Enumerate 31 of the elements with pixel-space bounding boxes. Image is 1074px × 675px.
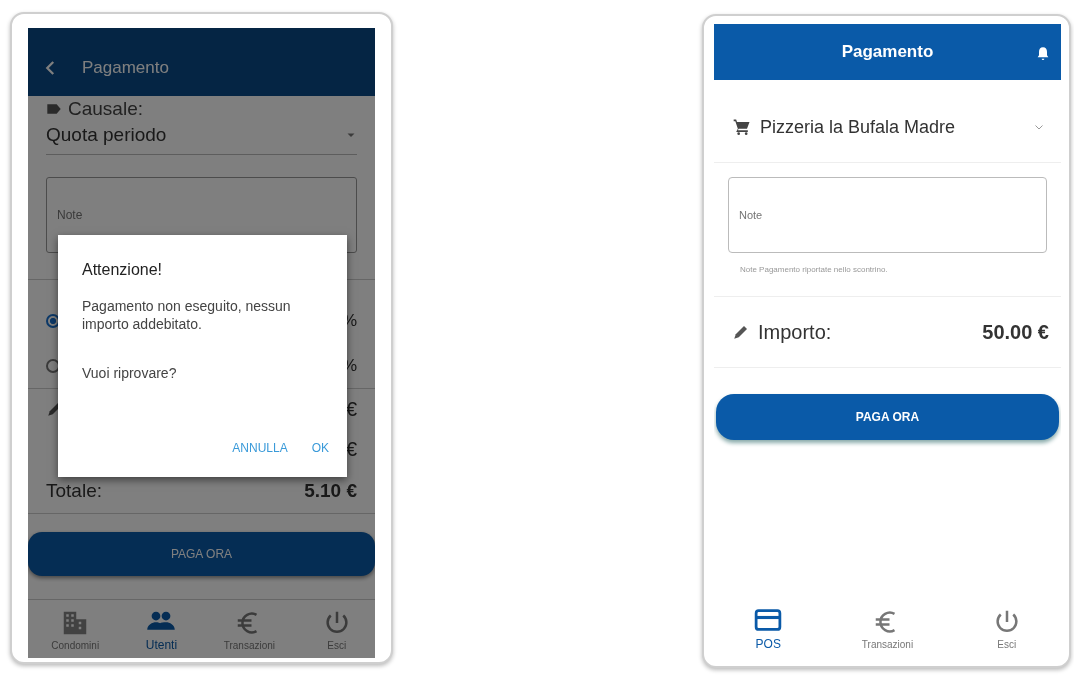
nav-tab[interactable]: Condomini (47, 600, 104, 658)
header-title: Pagamento (841, 42, 934, 62)
merchant-dropdown[interactable]: Pizzeria la Bufala Madre (714, 92, 1061, 163)
dialog-button[interactable]: ANNULLA (224, 437, 296, 459)
pay-button[interactable]: PAGA ORA (716, 394, 1059, 440)
dialog-message: Pagamento non eseguito, nessun importo addebitato. (82, 297, 292, 333)
nav-tab[interactable]: Utenti (141, 600, 182, 658)
header-title: Pagamento (82, 58, 169, 78)
note-field[interactable]: Note (728, 177, 1047, 253)
pencil-icon (732, 323, 750, 341)
tag-icon (46, 101, 62, 117)
cart-icon (732, 117, 752, 137)
dialog-title: Attenzione! (82, 261, 164, 279)
amount-value: € (345, 397, 357, 421)
amount-label: Importo: (758, 320, 832, 344)
total-value: 5.10 € (304, 480, 357, 502)
dropdown[interactable]: Quota periodo (46, 120, 357, 155)
nav-tab[interactable]: Esci (317, 600, 356, 658)
bell-icon[interactable] (1035, 46, 1051, 62)
total-label: Totale: (46, 480, 102, 502)
amount-value: 50.00 € (982, 320, 1049, 344)
dialog-question: Vuoi riprovare? (82, 365, 178, 381)
helper-text: Note Pagamento riportate nello scontrino. (740, 265, 889, 274)
amount-value: € (345, 437, 357, 461)
nav-tab[interactable]: POS (749, 600, 788, 656)
dialog-button[interactable]: OK (303, 437, 337, 459)
pay-button[interactable]: PAGA ORA (28, 532, 375, 576)
nav-tab[interactable]: Esci (987, 600, 1026, 656)
nav-tab[interactable]: Transazioni (857, 600, 918, 656)
nav-tab[interactable]: Transazioni (219, 600, 280, 658)
field-label: Causale: (68, 98, 143, 120)
